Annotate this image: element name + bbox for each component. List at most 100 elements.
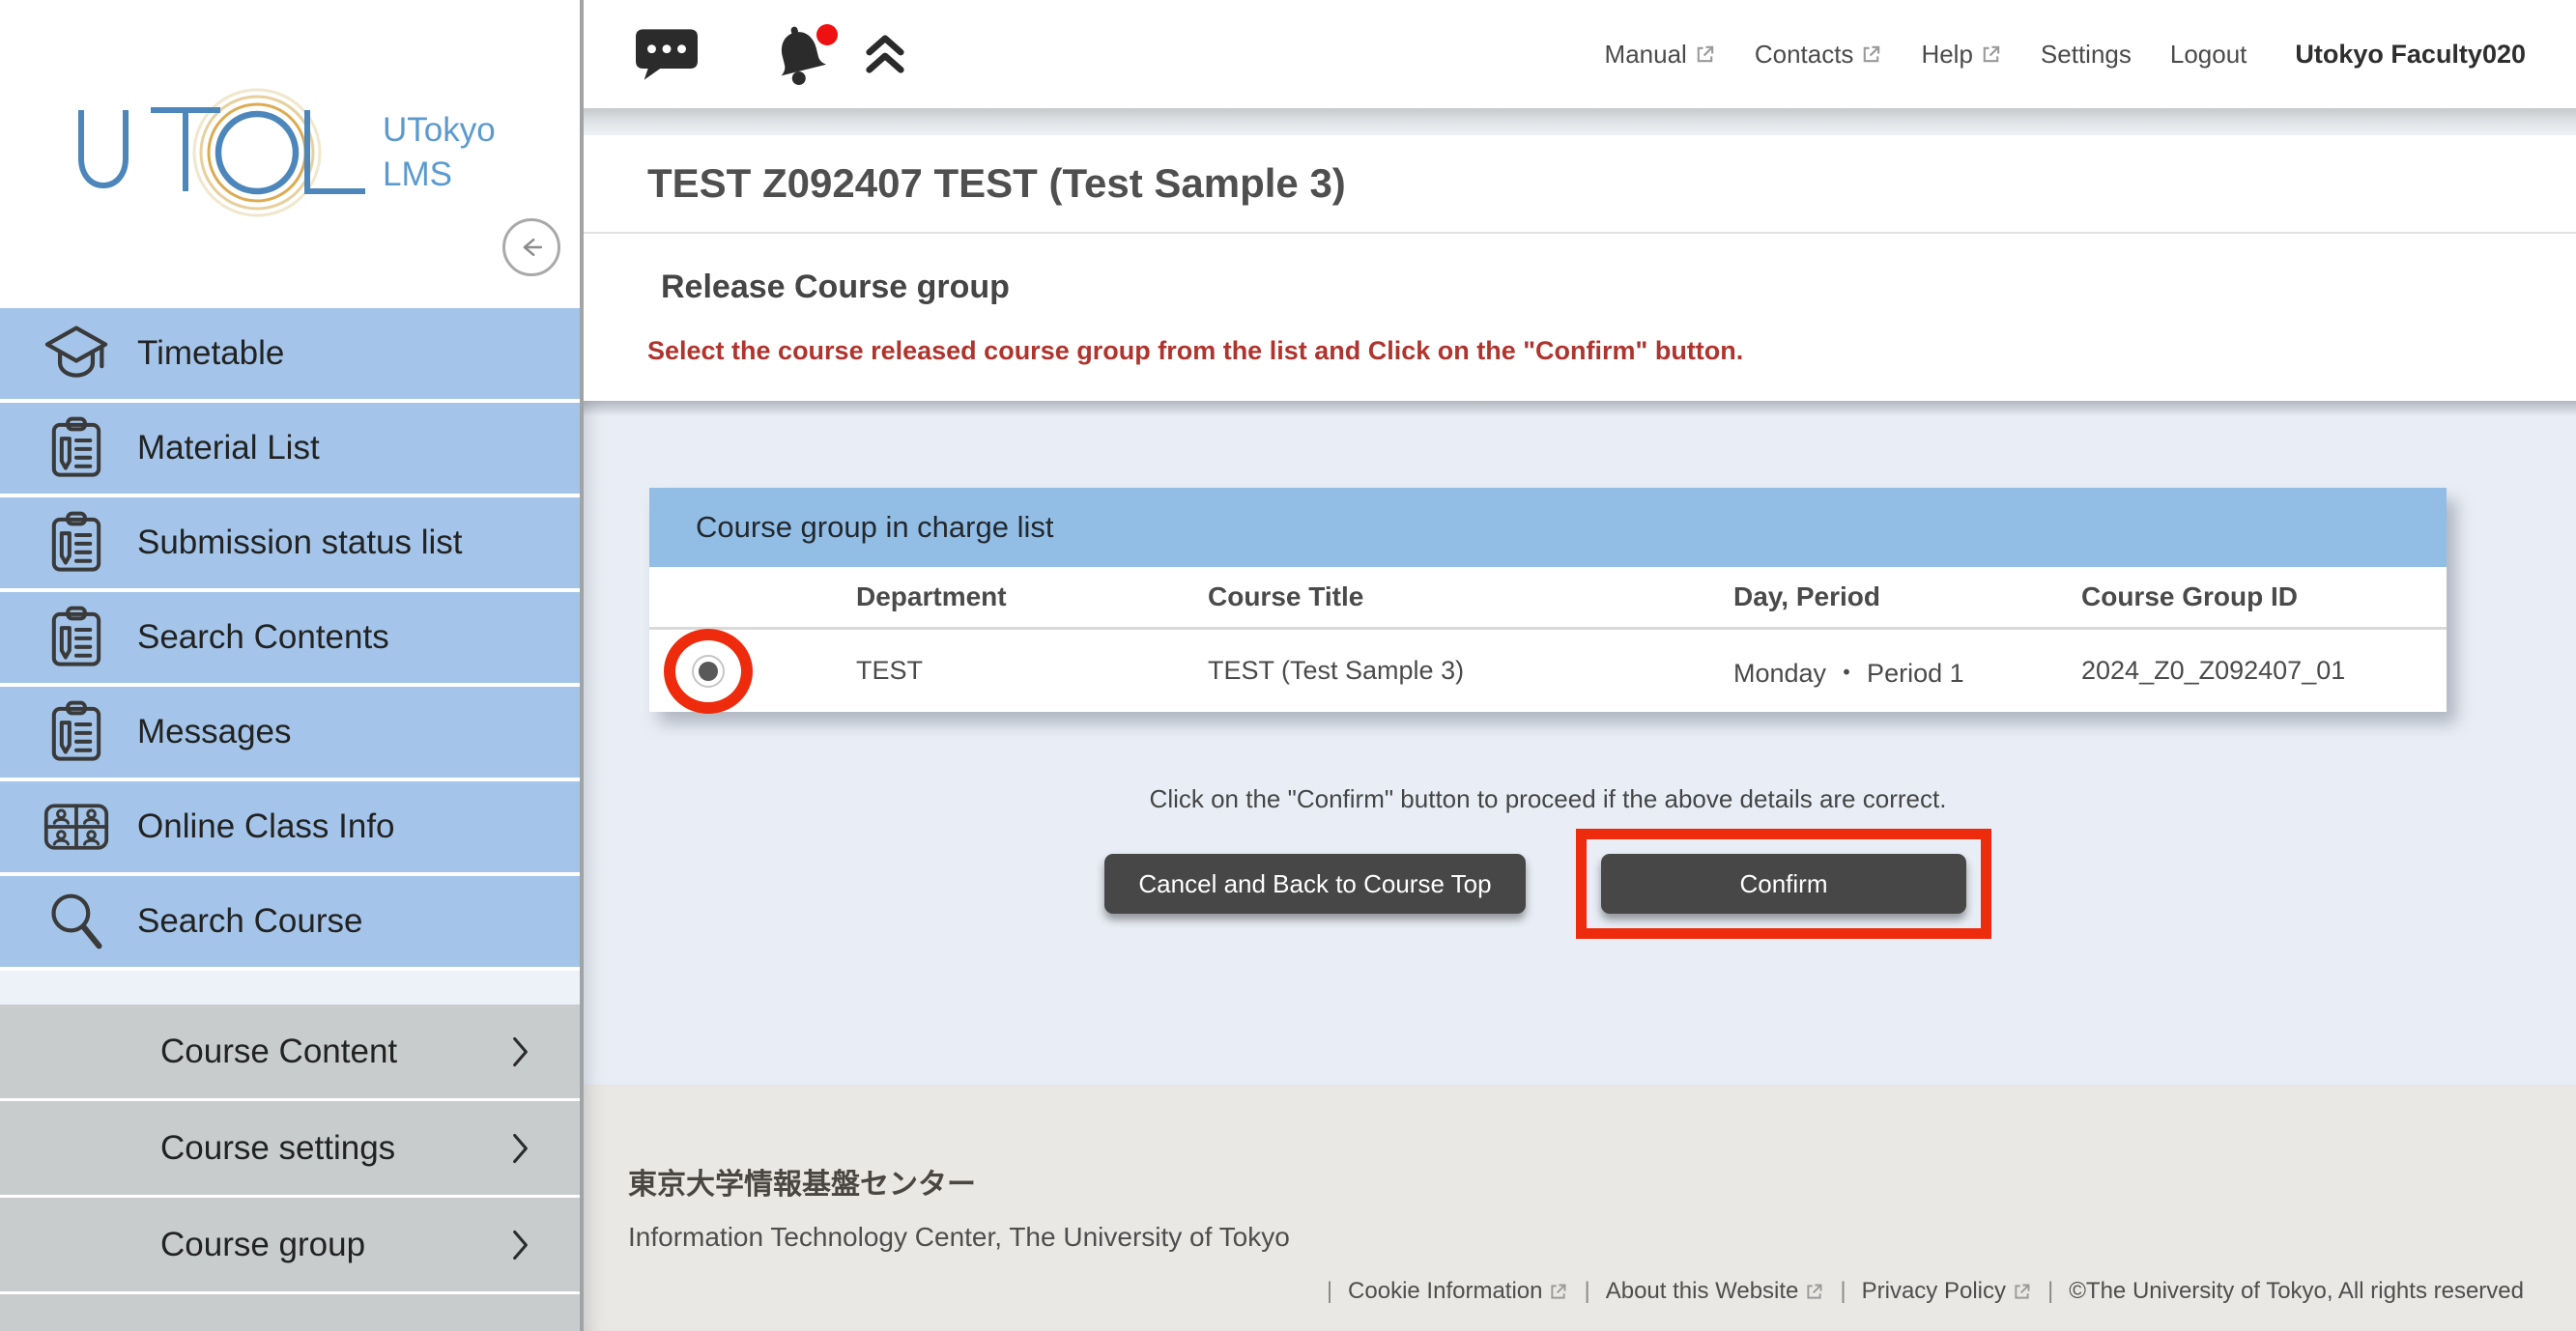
clipboard-icon [41,511,112,575]
topnav: Manual Contacts Help Settings Logout Uto… [1605,40,2526,70]
separator: | [1584,1278,1589,1305]
nav-logout[interactable]: Logout [2170,40,2247,70]
divider [584,232,2576,234]
notification-bell-icon[interactable] [765,22,843,86]
annotation-rectangle: Confirm [1576,829,1991,939]
external-link-icon [1860,43,1882,66]
username: Utokyo Faculty020 [2295,40,2526,70]
panel-title: Course group in charge list [649,488,2447,567]
cell-day-period: Monday ・ Period 1 [1733,652,2081,690]
external-link-icon [1694,43,1716,66]
footer-link-label: Cookie Information [1348,1278,1542,1305]
sidebar-item-label: Submission status list [137,524,463,562]
course-title: TEST Z092407 TEST (Test Sample 3) [647,160,1346,207]
sidebar-item-material-list[interactable]: Material List [0,403,580,494]
footer-link-label: About this Website [1606,1278,1799,1305]
sidebar-item-label: Search Course [137,902,362,941]
logo-area: UTokyo LMS [0,0,580,304]
video-grid-icon [41,802,112,852]
sidebar-item-label: Course Content [160,1033,397,1071]
course-group-radio[interactable] [692,655,725,688]
button-row: Cancel and Back to Course Top Confirm [649,829,2447,939]
external-link-icon [1548,1282,1568,1302]
footer-links: | Cookie Information | About this Websit… [1327,1278,2524,1305]
clipboard-icon [41,700,112,764]
topbar: Manual Contacts Help Settings Logout Uto… [584,0,2576,108]
external-link-icon [1804,1282,1824,1302]
sidebar-item-online-class-info[interactable]: Online Class Info [0,781,580,872]
sidebar-item-search-course[interactable]: Search Course [0,876,580,967]
chevron-right-icon [512,1035,530,1068]
nav-help[interactable]: Help [1921,40,2001,70]
header-shadow-strip [584,108,2576,135]
column-header: Department [856,581,1208,612]
footer-copyright: ©The University of Tokyo, All rights res… [2069,1278,2524,1305]
nav-label: Help [1921,40,1972,70]
column-header: Course Title [1208,581,1733,612]
clipboard-icon [41,606,112,669]
page-heading: Release Course group [661,269,1010,306]
sidebar-item-submission-status-list[interactable]: Submission status list [0,497,580,588]
radio-cell [649,655,856,688]
utol-logo: UTokyo LMS [72,97,535,212]
notification-dot [816,24,838,45]
cancel-button[interactable]: Cancel and Back to Course Top [1104,854,1526,914]
footer-link-cookie-information[interactable]: Cookie Information [1348,1278,1568,1305]
sidebar-item-label: Online Class Info [137,807,395,846]
nav-contacts[interactable]: Contacts [1755,40,1883,70]
magnifier-icon [41,890,112,953]
footer-org-jp: 東京大学情報基盤センター [628,1160,2576,1203]
column-header: Course Group ID [2081,581,2447,612]
sidebar-item-course-settings[interactable]: Course settings [0,1101,580,1195]
separator: | [1327,1278,1332,1305]
instruction-alert: Select the course released course group … [647,336,1743,366]
nav-manual[interactable]: Manual [1605,40,1716,70]
nav-label: Settings [2041,40,2132,70]
separator: | [1840,1278,1846,1305]
radio-dot [699,662,718,681]
footer-org-en: Information Technology Center, The Unive… [628,1222,2576,1253]
arrow-left-icon [515,231,548,264]
footer-link-privacy-policy[interactable]: Privacy Policy [1862,1278,2032,1305]
graduation-cap-icon [41,323,112,384]
logo-tagline-line2: LMS [383,156,452,193]
cell-course-group-id: 2024_Z0_Z092407_01 [2081,656,2447,686]
footer-link-about-this-website[interactable]: About this Website [1606,1278,1825,1305]
sidebar-item-course-content[interactable]: Course Content [0,1005,580,1098]
logo-tagline-line1: UTokyo [383,111,496,149]
sidebar-item-label: Search Contents [137,618,389,657]
sidebar-collapse-button[interactable] [502,218,560,276]
cell-department: TEST [856,656,1208,686]
sidebar: UTokyo LMS Timetable [0,0,584,1331]
utol-lms-app: UTokyo LMS Timetable [0,0,2576,1331]
nav-settings[interactable]: Settings [2041,40,2132,70]
sidebar-item-timetable[interactable]: Timetable [0,308,580,399]
topbar-icons [636,22,906,86]
course-group-panel: Course group in charge list Department C… [649,488,2447,712]
sidebar-menu: Timetable Material List [0,308,580,967]
footer-link-label: Privacy Policy [1862,1278,2006,1305]
chat-icon[interactable] [636,27,698,82]
sidebar-item-messages[interactable]: Messages [0,687,580,778]
sidebar-item-search-contents[interactable]: Search Contents [0,592,580,683]
chevron-right-icon [512,1132,530,1165]
sidebar-item-partial[interactable] [0,1294,580,1331]
separator: | [2047,1278,2053,1305]
sidebar-item-label: Course group [160,1226,365,1264]
sidebar-item-label: Messages [137,713,292,751]
nav-label: Contacts [1755,40,1854,70]
cell-course-title: TEST (Test Sample 3) [1208,656,1733,686]
confirm-button[interactable]: Confirm [1601,854,1966,914]
confirm-hint: Click on the "Confirm" button to proceed… [649,784,2447,814]
external-link-icon [2012,1282,2032,1302]
sidebar-item-label: Material List [137,429,320,467]
external-link-icon [1980,43,2002,66]
table-row: TEST TEST (Test Sample 3) Monday ・ Perio… [649,630,2447,712]
sidebar-item-course-group[interactable]: Course group [0,1198,580,1291]
title-section: TEST Z092407 TEST (Test Sample 3) Releas… [584,135,2576,401]
nav-label: Logout [2170,40,2247,70]
column-header: Day, Period [1733,581,2081,612]
nav-label: Manual [1605,40,1687,70]
chevron-right-icon [512,1229,530,1261]
collapse-header-icon[interactable] [864,33,906,75]
